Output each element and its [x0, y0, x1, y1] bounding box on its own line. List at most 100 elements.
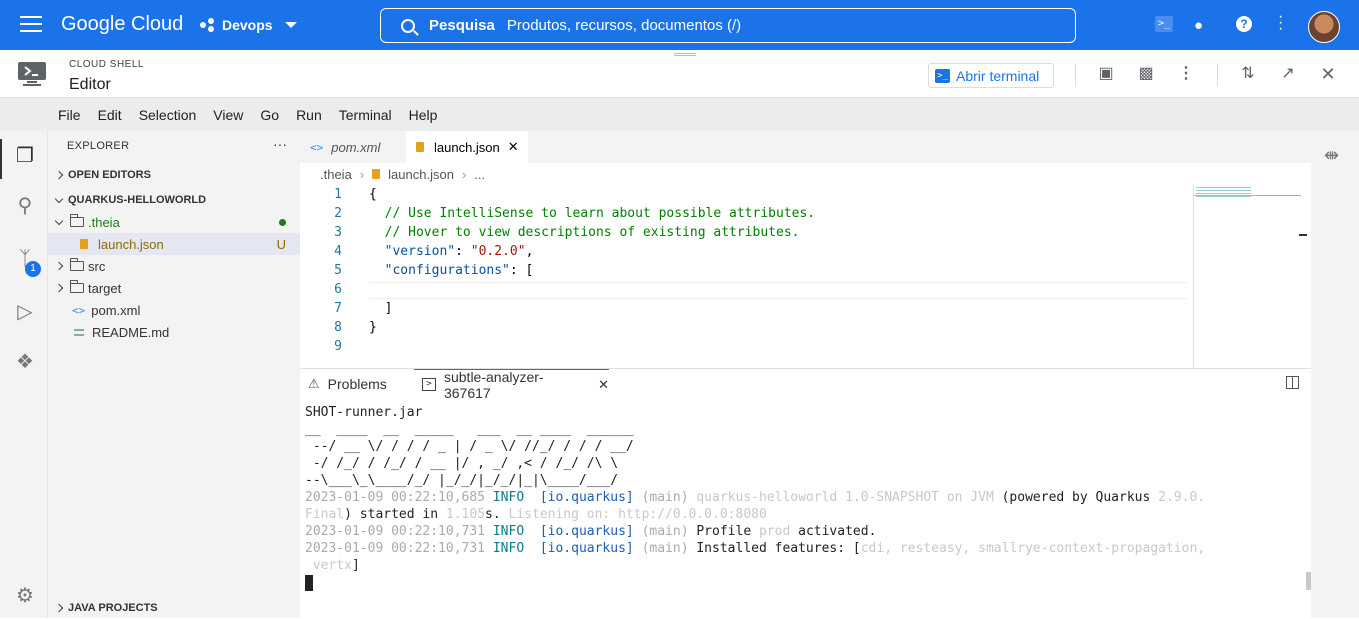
open-editors-section[interactable]: OPEN EDITORS — [48, 164, 300, 186]
chevron-right-icon: › — [359, 166, 365, 182]
code-line: } — [369, 320, 377, 335]
tab-label: pom.xml — [331, 139, 381, 155]
explorer-files-icon[interactable]: ❐ — [12, 143, 38, 169]
explorer-sidebar: EXPLORER ··· OPEN EDITORS QUARKUS-HELLOW… — [48, 131, 300, 618]
overview-cursor — [1299, 234, 1307, 236]
menu-terminal[interactable]: Terminal — [339, 107, 392, 123]
ascii-art-line: -/ /_/ / /_/ / __ |/ , _/ ,< / /_/ /\ \ — [305, 456, 642, 471]
java-projects-label: JAVA PROJECTS — [68, 602, 158, 614]
search-bar[interactable]: Pesquisa Produtos, recursos, documentos … — [380, 8, 1076, 43]
code-line: ] — [369, 301, 393, 316]
json-file-icon — [80, 239, 88, 249]
menu-file[interactable]: File — [58, 107, 81, 123]
explorer-more-button[interactable]: ··· — [273, 136, 287, 152]
open-terminal-button[interactable]: >_ Abrir terminal — [928, 63, 1054, 88]
menu-icon[interactable] — [20, 16, 42, 34]
caret-down-icon — [284, 22, 297, 28]
project-section[interactable]: QUARKUS-HELLOWORLD — [48, 189, 300, 211]
folder-icon — [70, 280, 84, 293]
log-level: INFO — [492, 490, 525, 505]
tab-pom-xml[interactable]: <> pom.xml — [300, 131, 406, 163]
minimap-viewport — [1194, 195, 1301, 196]
project-label: QUARKUS-HELLOWORLD — [68, 194, 207, 206]
log-message: activated. — [790, 524, 877, 539]
log-timestamp: 2023-01-09 00:22:10,685 — [305, 490, 486, 505]
active-indicator — [0, 139, 2, 179]
xml-file-icon: <> — [310, 140, 324, 154]
log-message: s. — [485, 507, 509, 522]
tree-item-readme[interactable]: README.md — [48, 321, 300, 343]
breadcrumb-item[interactable]: ... — [474, 167, 485, 182]
minimap[interactable] — [1193, 185, 1307, 368]
log-level: INFO — [492, 524, 525, 539]
breadcrumb-item[interactable]: .theia — [320, 167, 352, 182]
log-line: 2023-01-09 00:22:10,731 INFO [io.quarkus… — [305, 540, 1305, 557]
tab-label: launch.json — [434, 139, 500, 155]
split-panel-icon[interactable] — [1286, 376, 1299, 389]
line-number: 4 — [334, 244, 342, 259]
chevron-right-icon — [54, 261, 64, 271]
google-cloud-logo[interactable]: Google Cloud — [61, 13, 183, 36]
resize-handle[interactable] — [674, 53, 696, 56]
minimize-icon[interactable]: ⇅ — [1238, 64, 1258, 84]
log-time: 1.105 — [445, 507, 486, 522]
avatar[interactable] — [1308, 11, 1340, 43]
cloud-shell-subtitle: Editor — [69, 76, 111, 93]
notifications-icon[interactable]: ● — [1194, 17, 1203, 34]
more-vert-icon[interactable]: · · · — [1278, 9, 1283, 37]
tab-problems[interactable]: ⚠ Problems — [308, 369, 387, 399]
extensions-icon[interactable]: ❖ — [12, 349, 38, 375]
menu-go[interactable]: Go — [260, 107, 279, 123]
breadcrumb-item[interactable]: launch.json — [388, 167, 454, 182]
log-category: [io.quarkus] — [539, 490, 634, 505]
layout-icon[interactable]: ▩ — [1136, 64, 1156, 84]
web-preview-icon[interactable]: ▣ — [1096, 64, 1116, 84]
code-line: "configurations": [ — [369, 263, 534, 278]
terminal-output[interactable]: SHOT-runner.jar __ ____ __ _____ ___ __ _… — [305, 404, 1305, 591]
settings-gear-icon[interactable]: ⚙ — [12, 583, 38, 609]
project-name: Devops — [222, 17, 273, 33]
ascii-art-line: --/ __ \/ / / / _ | / _ \/ //_/ / / / __… — [305, 439, 642, 454]
tab-launch-json[interactable]: launch.json ✕ — [406, 131, 528, 163]
menu-selection[interactable]: Selection — [139, 107, 197, 123]
editor-tabs: <> pom.xml launch.json ✕ — [300, 131, 1311, 163]
help-icon[interactable]: ? — [1236, 16, 1252, 32]
tree-item-pom-xml[interactable]: <> pom.xml — [48, 299, 300, 321]
cloud-shell-icon[interactable]: >_ — [1155, 16, 1173, 32]
tab-terminal[interactable]: > subtle-analyzer-367617 ✕ — [414, 369, 609, 401]
close-tab-icon[interactable]: ✕ — [598, 377, 609, 393]
project-icon — [200, 18, 216, 32]
tree-item-theia[interactable]: .theia — [48, 211, 300, 233]
log-message: Profile — [696, 524, 759, 539]
xml-file-icon: <> — [72, 303, 86, 317]
tree-item-src[interactable]: src — [48, 255, 300, 277]
bottom-panel: ⚠ Problems > subtle-analyzer-367617 ✕ SH… — [300, 368, 1311, 618]
menu-view[interactable]: View — [213, 107, 243, 123]
tree-item-target[interactable]: target — [48, 277, 300, 299]
menu-edit[interactable]: Edit — [98, 107, 122, 123]
terminal-scrollbar[interactable] — [1306, 572, 1311, 590]
menu-run[interactable]: Run — [296, 107, 322, 123]
project-selector[interactable]: Devops — [200, 17, 297, 33]
log-thread: (main) — [641, 490, 689, 505]
menu-help[interactable]: Help — [409, 107, 438, 123]
terminal-line: SHOT-runner.jar — [305, 405, 423, 420]
line-number: 1 — [334, 187, 342, 202]
run-debug-icon[interactable]: ▷ — [12, 299, 38, 325]
open-new-window-icon[interactable]: ↗ — [1278, 64, 1298, 84]
terminal-prompt — [305, 574, 1305, 591]
more-options-icon[interactable]: ⋮ — [1176, 64, 1196, 84]
code-editor[interactable]: 1 2 3 4 5 6 7 8 9 { // Use IntelliSense … — [300, 185, 1311, 368]
log-message: ] — [351, 558, 360, 573]
log-line: vertx] — [305, 557, 1305, 574]
outline-icon[interactable]: ⇼ — [1324, 145, 1339, 166]
right-sidebar: ⇼ — [1311, 131, 1359, 618]
java-projects-section[interactable]: JAVA PROJECTS — [48, 597, 300, 619]
chevron-right-icon — [54, 170, 64, 180]
close-icon[interactable]: ✕ — [1318, 64, 1338, 84]
search-icon[interactable]: ⚲ — [12, 193, 38, 219]
ascii-art-line: __ ____ __ _____ ___ __ ____ ______ — [305, 422, 642, 437]
close-tab-icon[interactable]: ✕ — [508, 139, 519, 155]
tree-item-launch-json[interactable]: launch.json U — [48, 233, 300, 255]
panel-tabs: ⚠ Problems > subtle-analyzer-367617 ✕ — [300, 369, 1311, 401]
